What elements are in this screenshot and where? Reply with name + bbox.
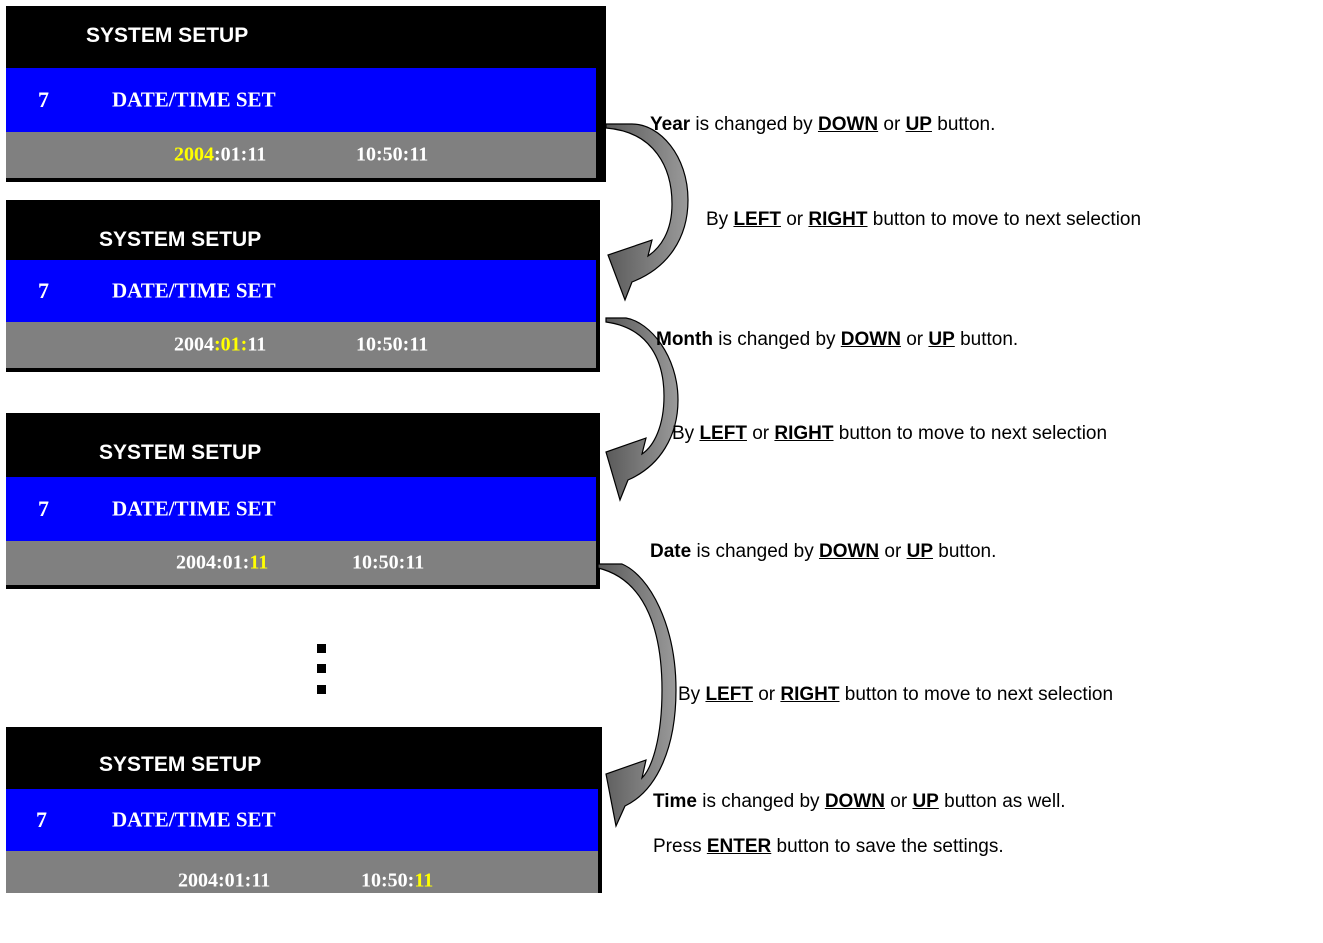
curved-arrow-3 (597, 563, 677, 828)
up-button-ref: UP (928, 329, 955, 350)
enter-button-ref: ENTER (706, 836, 772, 857)
up-button-ref: UP (906, 541, 934, 562)
note-save: Press ENTER button to save the settings. (653, 836, 1004, 858)
note-text: or (900, 329, 929, 350)
note-text: button to move to next selection (839, 684, 1114, 705)
note-text: is changed by (712, 329, 841, 350)
note-text: button as well. (938, 791, 1066, 812)
left-button-ref: LEFT (705, 684, 753, 705)
note-subject: Date (650, 541, 692, 562)
left-button-ref: LEFT (699, 423, 747, 444)
note-move-3: By LEFT or RIGHT button to move to next … (678, 684, 1113, 706)
note-date: Date is changed by DOWN or UP button. (650, 541, 996, 563)
down-button-ref: DOWN (817, 114, 879, 135)
note-text: By (672, 423, 700, 444)
right-button-ref: RIGHT (780, 684, 840, 705)
note-text: Press (653, 836, 707, 857)
note-text: or (879, 541, 907, 562)
down-button-ref: DOWN (819, 541, 880, 562)
note-text: button to move to next selection (833, 423, 1108, 444)
right-button-ref: RIGHT (774, 423, 834, 444)
note-subject: Month (656, 329, 713, 350)
note-text: button. (931, 114, 996, 135)
note-text: or (878, 114, 906, 135)
up-button-ref: UP (912, 791, 939, 812)
note-subject: Time (653, 791, 698, 812)
note-text: is changed by (690, 114, 818, 135)
note-text: button to move to next selection (867, 209, 1142, 230)
note-move-2: By LEFT or RIGHT button to move to next … (672, 423, 1107, 445)
note-time: Time is changed by DOWN or UP button as … (653, 791, 1066, 813)
up-button-ref: UP (905, 114, 932, 135)
note-move-1: By LEFT or RIGHT button to move to next … (706, 209, 1141, 231)
note-month: Month is changed by DOWN or UP button. (656, 329, 1018, 351)
note-text: or (752, 684, 781, 705)
down-button-ref: DOWN (824, 791, 885, 812)
note-subject: Year (650, 114, 691, 135)
note-text: button. (933, 541, 997, 562)
note-text: or (780, 209, 809, 230)
note-text: button. (954, 329, 1019, 350)
note-text: By (706, 209, 734, 230)
down-button-ref: DOWN (840, 329, 901, 350)
note-text: button to save the settings. (771, 836, 1004, 857)
note-text: By (678, 684, 706, 705)
note-text: is changed by (691, 541, 819, 562)
curved-arrow-1 (605, 123, 689, 302)
note-year: Year is changed by DOWN or UP button. (650, 114, 995, 136)
note-text: or (746, 423, 775, 444)
note-text: or (884, 791, 913, 812)
right-button-ref: RIGHT (808, 209, 868, 230)
left-button-ref: LEFT (733, 209, 781, 230)
note-text: is changed by (697, 791, 825, 812)
